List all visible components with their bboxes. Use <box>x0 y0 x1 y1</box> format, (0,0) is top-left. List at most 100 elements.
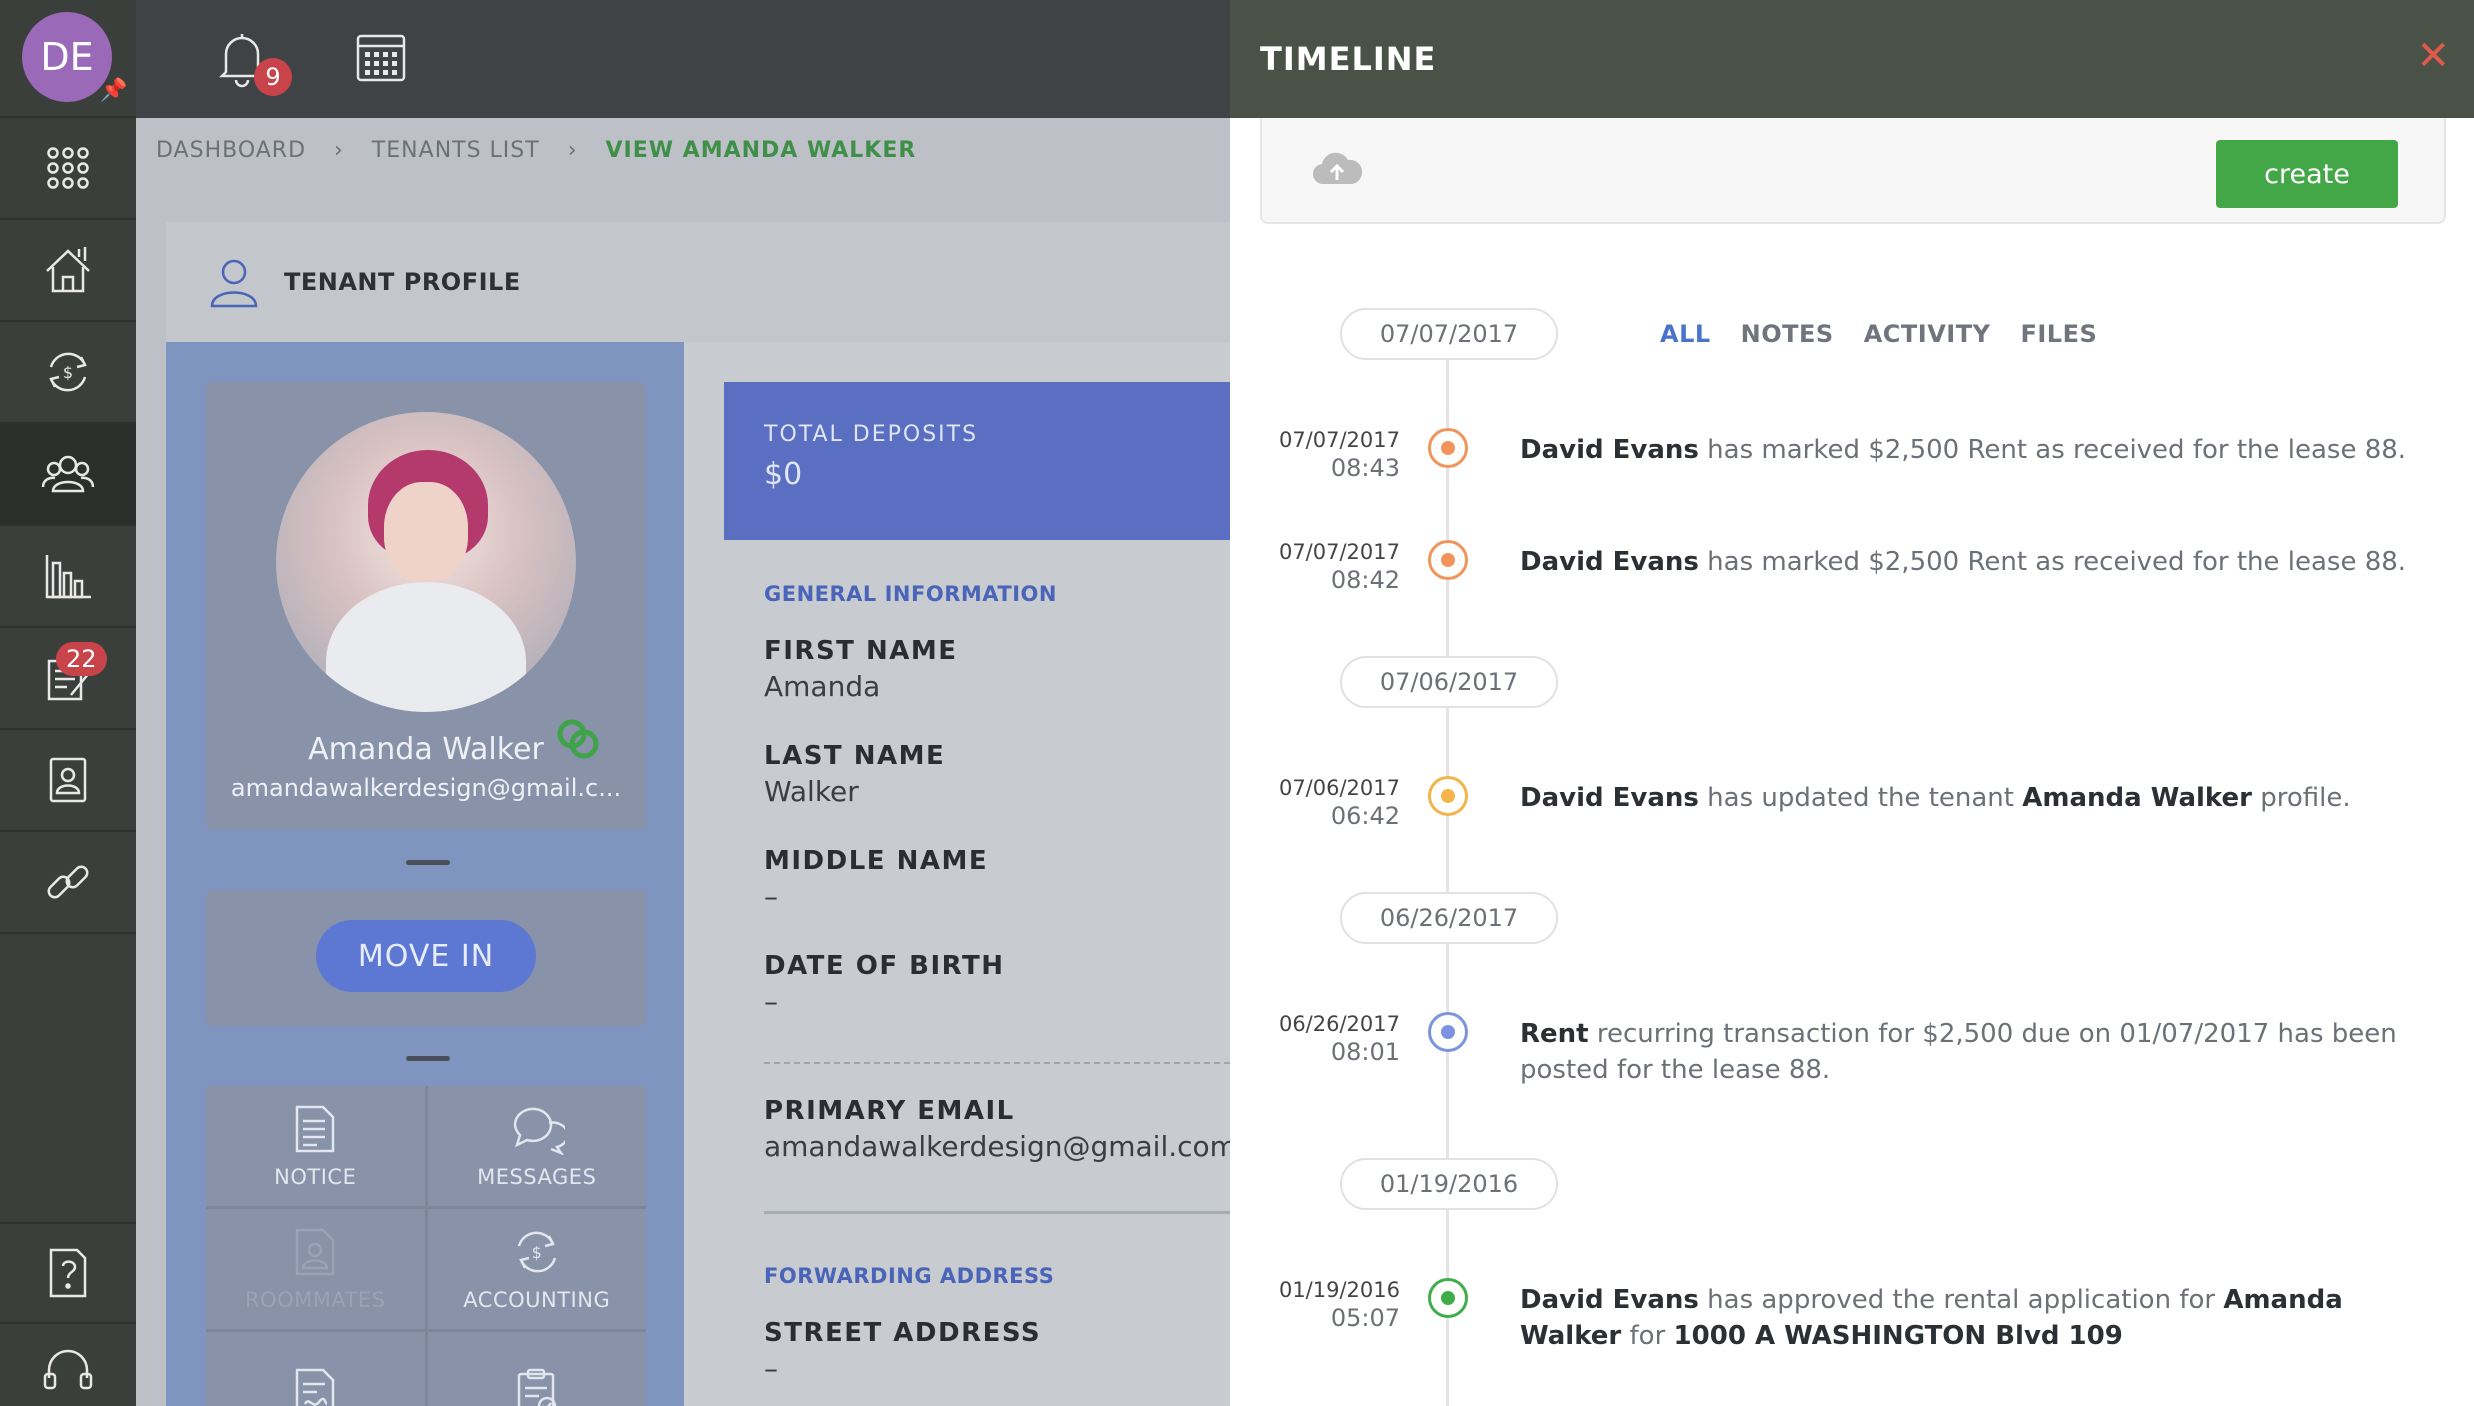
sidebar-item-properties[interactable] <box>0 220 136 322</box>
move-in-button[interactable]: MOVE IN <box>316 920 536 992</box>
event-actor: David Evans <box>1520 1285 1699 1315</box>
contact-card-icon <box>49 757 87 803</box>
headset-icon <box>43 1349 93 1390</box>
notifications-badge: 9 <box>254 58 292 96</box>
event-message: profile. <box>2251 783 2351 813</box>
sidebar-item-notes[interactable]: 22 <box>0 628 136 730</box>
event-time: 05:07 <box>1330 1304 1400 1332</box>
tenant-profile-title: TENANT PROFILE <box>284 268 521 296</box>
sidebar-header: DE 📌 <box>0 0 136 118</box>
sidebar-item-payments[interactable]: $ <box>0 322 136 424</box>
breadcrumb-tenants-list[interactable]: TENANTS LIST <box>372 138 540 163</box>
event-message: has marked $2,500 Rent as received for t… <box>1698 435 2407 465</box>
breadcrumb-dashboard[interactable]: DASHBOARD <box>156 138 306 163</box>
divider <box>406 860 450 865</box>
accounting-label: ACCOUNTING <box>463 1288 611 1312</box>
event-time: 08:42 <box>1330 566 1400 594</box>
event-subject: Amanda Walker <box>2022 783 2252 813</box>
roommate-icon <box>296 1228 335 1276</box>
field-label: FIRST NAME <box>764 636 958 666</box>
link-icon <box>47 865 89 899</box>
event-dot <box>1428 428 1468 468</box>
total-deposits-value: $0 <box>764 457 803 492</box>
sidebar-item-support[interactable] <box>0 1324 136 1406</box>
pin-icon[interactable]: 📌 <box>100 78 127 103</box>
event-text: David Evans has marked $2,500 Rent as re… <box>1520 432 2420 468</box>
messages-label: MESSAGES <box>477 1165 597 1189</box>
tenant-name: Amanda Walker <box>308 732 544 767</box>
sidebar-item-reports[interactable] <box>0 526 136 628</box>
timeline-date-group: 06/26/2017 <box>1340 892 1558 944</box>
event-message: for <box>1621 1321 1674 1351</box>
field-label: PRIMARY EMAIL <box>764 1096 1015 1126</box>
event-date: 01/19/2016 <box>1278 1278 1400 1302</box>
grid-icon <box>47 147 89 189</box>
last-name-field: LAST NAME Walker <box>764 741 1230 808</box>
event-date: 06/26/2017 <box>1278 1012 1400 1036</box>
breadcrumb-current: VIEW AMANDA WALKER <box>605 138 917 163</box>
cloud-upload-icon[interactable] <box>1310 148 1364 188</box>
close-icon[interactable]: ✕ <box>2416 36 2450 76</box>
event-dot <box>1428 1278 1468 1318</box>
event-text: Rent recurring transaction for $2,500 du… <box>1520 1016 2420 1088</box>
field-label: STREET ADDRESS <box>764 1318 1042 1348</box>
total-deposits-card: TOTAL DEPOSITS $0 <box>724 382 1230 540</box>
divider <box>406 1056 450 1061</box>
notice-action[interactable]: NOTICE <box>206 1086 425 1206</box>
event-actor: Rent <box>1520 1019 1589 1049</box>
timeline-date-group: 01/19/2016 <box>1340 1158 1558 1210</box>
filter-activity[interactable]: ACTIVITY <box>1864 320 1991 348</box>
event-actor: David Evans <box>1520 547 1699 577</box>
sidebar-item-links[interactable] <box>0 832 136 934</box>
sidebar-footer <box>0 1222 136 1406</box>
roommates-action[interactable]: ROOMMATES <box>206 1209 425 1329</box>
create-button[interactable]: create <box>2216 140 2398 208</box>
accounting-action[interactable]: $ ACCOUNTING <box>427 1209 646 1329</box>
event-message: has updated the tenant <box>1698 783 2023 813</box>
divider <box>764 1062 1230 1064</box>
event-dot <box>1428 1012 1468 1052</box>
sidebar-item-apps[interactable] <box>0 118 136 220</box>
actions-grid: NOTICE MESSAGES ROOMMATES $ ACCOUNTING <box>206 1086 646 1406</box>
event-date: 07/07/2017 <box>1278 540 1400 564</box>
sidebar-item-help[interactable] <box>0 1222 136 1324</box>
sidebar-item-contacts[interactable] <box>0 730 136 832</box>
sidebar-item-tenants[interactable] <box>0 424 136 526</box>
topbar: 9 <box>136 0 1230 118</box>
messages-action[interactable]: MESSAGES <box>427 1086 646 1206</box>
event-text: David Evans has updated the tenant Amand… <box>1520 780 2420 816</box>
chat-bubbles-icon <box>513 1107 565 1155</box>
divider <box>764 1211 1230 1214</box>
calendar-icon[interactable] <box>354 30 408 84</box>
middle-name-field: MIDDLE NAME – <box>764 846 1230 913</box>
filter-all[interactable]: ALL <box>1660 320 1711 348</box>
roommates-label: ROOMMATES <box>244 1288 386 1312</box>
profile-right-column: TOTAL DEPOSITS $0 GENERAL INFORMATION FI… <box>684 342 1237 1406</box>
filter-files[interactable]: FILES <box>2020 320 2097 348</box>
field-label: LAST NAME <box>764 741 946 771</box>
clipboard-check-icon <box>517 1368 556 1406</box>
avatar[interactable]: DE <box>22 12 112 102</box>
checklist-action[interactable] <box>427 1332 646 1406</box>
signed-document-icon <box>296 1368 335 1406</box>
profile-left-column: Amanda Walker amandawalkerdesign@gmail.c… <box>166 342 684 1406</box>
filter-notes[interactable]: NOTES <box>1741 320 1834 348</box>
tenant-photo <box>276 412 576 712</box>
timeline-date-group: 07/06/2017 <box>1340 656 1558 708</box>
event-time: 08:01 <box>1330 1038 1400 1066</box>
field-value: – <box>764 1352 778 1385</box>
event-text: David Evans has approved the rental appl… <box>1520 1282 2420 1354</box>
chevron-right-icon: › <box>334 138 344 163</box>
timeline-panel: TIMELINE ✕ create ALL NOTES ACTIVITY FIL… <box>1230 0 2474 1406</box>
event-dot <box>1428 540 1468 580</box>
document-icon <box>296 1105 335 1153</box>
tenant-profile-card: TENANT PROFILE Amanda Walker amandawalke… <box>166 222 1237 1406</box>
event-time: 06:42 <box>1330 802 1400 830</box>
event-date: 07/07/2017 <box>1278 428 1400 452</box>
field-value: – <box>764 985 778 1018</box>
user-icon <box>210 259 258 308</box>
money-cycle-icon: $ <box>517 1231 556 1273</box>
notes-badge: 22 <box>56 642 107 676</box>
main-content: DASHBOARD › TENANTS LIST › VIEW AMANDA W… <box>136 118 1237 1406</box>
signature-action[interactable] <box>206 1332 425 1406</box>
